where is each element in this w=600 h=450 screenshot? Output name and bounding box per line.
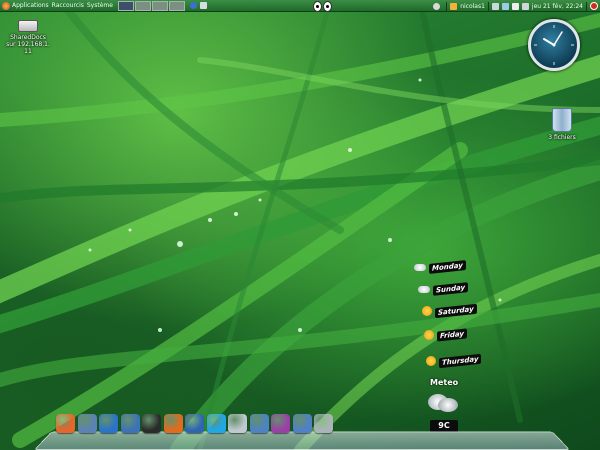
firefox-icon[interactable] [163, 414, 183, 433]
desktop-wallpaper [0, 0, 600, 450]
media-icon[interactable] [271, 414, 290, 433]
applications-menu[interactable]: Applications [2, 1, 49, 10]
applications-menu-label: Applications [12, 2, 49, 9]
folder-icon[interactable] [249, 414, 269, 433]
sun-icon [422, 306, 432, 316]
workspace-1[interactable] [117, 0, 134, 11]
cloud-icon [414, 263, 426, 271]
status-icon[interactable] [433, 2, 441, 10]
forecast-day-label: Thursday [439, 353, 482, 369]
forecast-day-label: Sunday [433, 282, 469, 296]
user-switcher-icon [450, 2, 458, 10]
forecast-day: Sunday [418, 282, 469, 296]
clock-face-icon [534, 25, 574, 65]
shared-docs-sublabel: sur 192.168.1. [6, 41, 50, 48]
system-menu-label: Système [86, 2, 113, 9]
places-menu[interactable]: Raccourcis [52, 2, 84, 9]
dock-launchers [56, 414, 336, 433]
clock-datetime[interactable]: jeu 21 fév, 22:24 [532, 3, 583, 10]
shared-docs-desktop-icon[interactable]: SharedDocs sur 192.168.1. 11 [4, 20, 52, 55]
cloud-icon [418, 285, 430, 293]
forecast-day: Friday [424, 328, 467, 342]
skype-icon[interactable] [206, 414, 226, 433]
home-icon[interactable] [77, 414, 97, 433]
dock-shelf [34, 431, 570, 450]
sun-icon [426, 356, 436, 366]
weather-title: Meteo [430, 378, 459, 387]
workspace-switcher[interactable] [117, 0, 186, 11]
shutdown-icon[interactable] [590, 2, 598, 10]
xeyes-applet [313, 1, 333, 12]
analog-clock-widget[interactable] [528, 19, 580, 71]
left-eye-icon [313, 1, 322, 12]
forecast-day-label: Monday [429, 260, 466, 274]
shared-docs-label: SharedDocs [10, 34, 46, 41]
forecast-day-label: Saturday [435, 303, 477, 319]
current-weather-cloud-icon [424, 390, 460, 414]
sun-icon [424, 330, 434, 340]
forecast-day: Saturday [422, 303, 477, 319]
trash-desktop-icon[interactable]: 3 fichiers [538, 108, 586, 141]
ubuntu-logo-icon [2, 1, 10, 10]
system-tray: nicolas1 jeu 21 fév, 22:24 [433, 0, 598, 12]
volume-icon[interactable] [501, 2, 509, 10]
forecast-day-label: Friday [437, 328, 467, 342]
trash-icon [552, 108, 572, 132]
system-menu[interactable]: Système [87, 2, 113, 9]
computer-icon[interactable] [99, 414, 118, 433]
forecast-day: Thursday [426, 353, 482, 369]
network-icon[interactable] [491, 2, 499, 10]
ubuntu-icon[interactable] [56, 414, 75, 433]
display-icon[interactable] [521, 2, 529, 10]
network-share-icon [18, 20, 38, 32]
help-icon[interactable] [189, 2, 197, 9]
dock [34, 414, 570, 450]
home-folder-icon[interactable] [292, 414, 312, 433]
username-label[interactable]: nicolas1 [460, 3, 485, 10]
thunderbird-icon[interactable] [185, 414, 204, 433]
screenshot-icon[interactable] [199, 2, 207, 9]
workspace-2[interactable] [134, 0, 151, 11]
places-menu-label: Raccourcis [51, 2, 84, 9]
network-icon[interactable] [120, 414, 140, 433]
refresh-icon[interactable] [314, 414, 333, 433]
right-eye-icon [323, 1, 332, 12]
workspace-4[interactable] [168, 0, 185, 11]
terminal-icon[interactable] [142, 414, 161, 433]
trash-label: 3 fichiers [548, 134, 576, 141]
forecast-day: Monday [414, 260, 466, 274]
shared-docs-sublabel2: 11 [24, 48, 32, 55]
workspace-3[interactable] [151, 0, 168, 11]
weather-widget[interactable]: Monday Sunday Saturday Friday Thursday M… [410, 258, 490, 438]
mail-icon[interactable] [511, 2, 519, 10]
text-editor-icon[interactable] [228, 414, 247, 433]
